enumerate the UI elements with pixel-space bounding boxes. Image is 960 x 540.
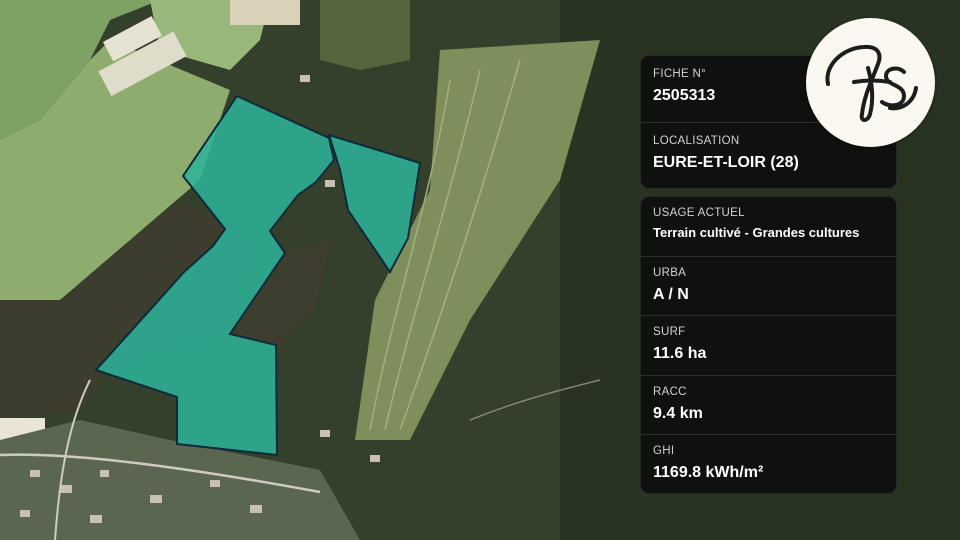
racc-row: RACC 9.4 km <box>641 376 896 436</box>
urba-label: URBA <box>653 266 687 279</box>
fs-logo-graphic <box>825 44 918 122</box>
ghi-row: GHI 1169.8 kWh/m² <box>641 435 896 495</box>
racc-label: RACC <box>653 385 687 398</box>
racc-value: 9.4 km <box>653 404 703 422</box>
usage-value: Terrain cultivé - Grandes cultures <box>653 225 860 240</box>
ghi-label: GHI <box>653 445 675 458</box>
parcel-details-card: USAGE ACTUEL Terrain cultivé - Grandes c… <box>640 196 897 494</box>
usage-label: USAGE ACTUEL <box>653 207 745 219</box>
surf-label: SURF <box>653 326 686 339</box>
meadow-central <box>320 0 410 70</box>
fs-monogram-logo <box>806 18 935 147</box>
surf-row: SURF 11.6 ha <box>641 316 896 376</box>
usage-row: USAGE ACTUEL Terrain cultivé - Grandes c… <box>641 197 896 257</box>
field-light-top <box>230 0 300 25</box>
surf-value: 11.6 ha <box>653 345 707 363</box>
urba-value: A / N <box>653 285 689 303</box>
ghi-value: 1169.8 kWh/m² <box>653 464 764 482</box>
localisation-value: EURE-ET-LOIR (28) <box>653 154 799 171</box>
urba-row: URBA A / N <box>641 257 896 317</box>
